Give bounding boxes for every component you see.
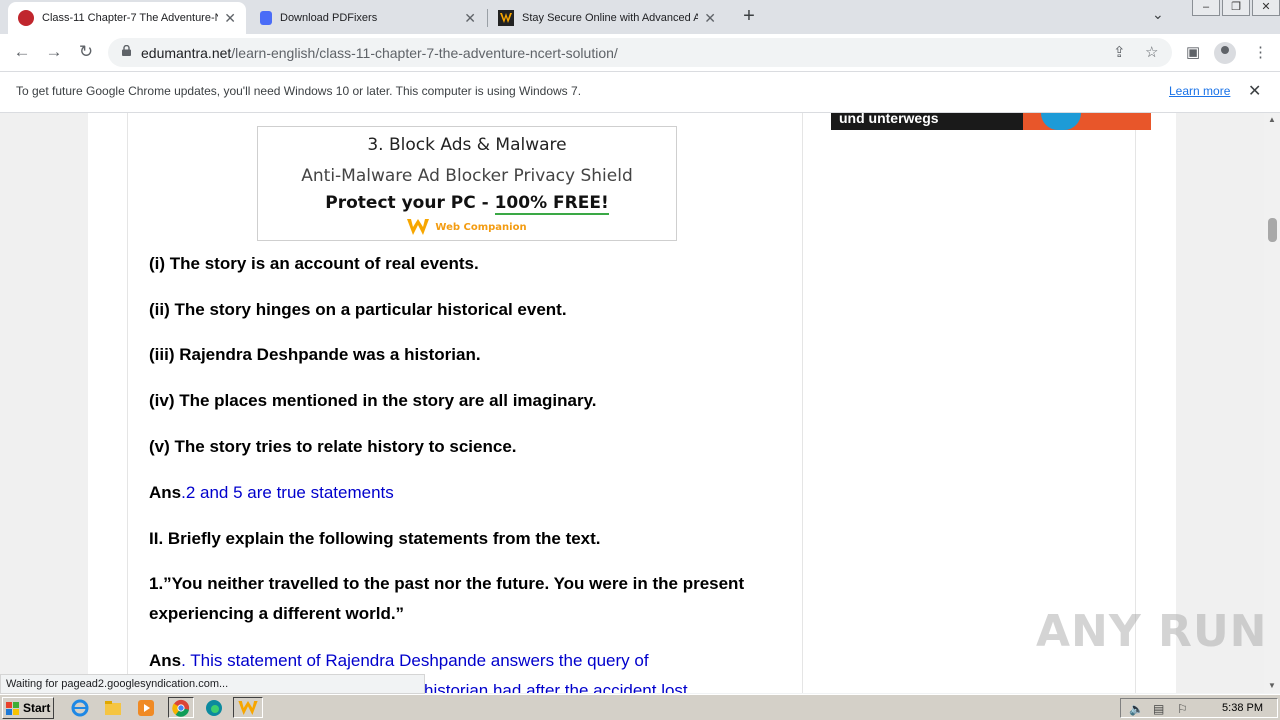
- internet-explorer-icon[interactable]: [70, 698, 90, 718]
- scroll-up-icon[interactable]: ▲: [1264, 113, 1280, 127]
- ad-line-3: Protect your PC - 100% FREE!: [258, 193, 676, 215]
- tab-title: Stay Secure Online with Advanced A: [522, 12, 699, 24]
- edge-icon[interactable]: [204, 698, 224, 718]
- infobar-message: To get future Google Chrome updates, you…: [16, 84, 582, 98]
- ad-brand-text: Web Companion: [435, 222, 527, 233]
- ad-free-text: 100% FREE!: [494, 193, 609, 215]
- question-1: 1.”You neither travelled to the past nor…: [149, 574, 745, 623]
- tab-search-chevron-icon[interactable]: ⌄: [1152, 6, 1164, 23]
- ad-line-2: Anti-Malware Ad Blocker Privacy Shield: [301, 166, 633, 186]
- status-bubble: Waiting for pagead2.googlesyndication.co…: [0, 674, 425, 694]
- media-player-icon[interactable]: [136, 698, 156, 718]
- window-controls: – ❐ ✕: [1190, 0, 1280, 20]
- side-panel-icon[interactable]: ▣: [1186, 43, 1200, 61]
- infobar-close-icon[interactable]: ✕: [1248, 81, 1261, 101]
- new-tab-button[interactable]: +: [738, 5, 760, 28]
- system-tray: 🔈 ▤ ⚐ 5:38 PM: [1120, 698, 1278, 718]
- answer-2-line-2: historian had after the accident lost: [424, 681, 688, 693]
- start-label: Start: [23, 701, 51, 715]
- url-text[interactable]: edumantra.net/learn-english/class-11-cha…: [141, 45, 618, 61]
- statement-2: (ii) The story hinges on a particular hi…: [149, 300, 567, 319]
- windows-flag-icon: [6, 702, 19, 715]
- statement-4: (iv) The places mentioned in the story a…: [149, 391, 597, 410]
- share-icon[interactable]: ⇪: [1113, 43, 1126, 61]
- window-close-icon[interactable]: ✕: [1252, 0, 1280, 16]
- file-explorer-icon[interactable]: [103, 698, 123, 718]
- start-button[interactable]: Start: [2, 697, 54, 719]
- webcompanion-icon: [498, 10, 514, 26]
- ad-line-1: 3. Block Ads & Malware: [367, 135, 567, 155]
- chrome-taskbar-button[interactable]: [168, 697, 194, 718]
- tab-edumantra[interactable]: Class-11 Chapter-7 The Adventure-N ✕: [8, 2, 246, 34]
- profile-avatar-icon[interactable]: [1214, 42, 1236, 64]
- statement-3: (iii) Rajendra Deshpande was a historian…: [149, 345, 481, 364]
- section-heading: II. Briefly explain the following statem…: [149, 529, 601, 548]
- scrollbar-thumb[interactable]: [1268, 218, 1277, 242]
- url-host: edumantra.net: [141, 45, 232, 61]
- scroll-down-icon[interactable]: ▼: [1264, 679, 1280, 693]
- lock-icon: [122, 45, 131, 56]
- webcompanion-taskbar-icon: [238, 701, 258, 715]
- answer-text: .2 and 5 are true statements: [181, 483, 394, 502]
- answer-2: Ans. This statement of Rajendra Deshpand…: [149, 651, 649, 671]
- taskbar: Start 🔈 ▤ ⚐ 5:38 PM: [0, 694, 1280, 720]
- pdfixers-icon: [260, 11, 272, 25]
- web-companion-logo-icon: [407, 219, 430, 235]
- more-menu-icon[interactable]: ⋮: [1253, 43, 1268, 61]
- answer-text: . This statement of Rajendra Deshpande a…: [181, 651, 649, 670]
- sidebar-ad-text: und unterwegs: [839, 113, 939, 126]
- address-bar[interactable]: edumantra.net/learn-english/class-11-cha…: [108, 38, 1172, 67]
- edumantra-icon: [18, 10, 34, 26]
- tab-title: Download PDFixers: [280, 12, 378, 24]
- close-tab-icon[interactable]: ✕: [224, 10, 236, 27]
- volume-icon[interactable]: 🔈: [1129, 702, 1144, 716]
- minimize-icon[interactable]: –: [1192, 0, 1220, 16]
- restore-icon[interactable]: ❐: [1222, 0, 1250, 16]
- web-companion-ad[interactable]: 3. Block Ads & Malware Anti-Malware Ad B…: [257, 126, 677, 241]
- webcompanion-taskbar-button[interactable]: [233, 697, 263, 718]
- ad-brand: Web Companion: [258, 219, 676, 235]
- bookmark-star-icon[interactable]: ☆: [1145, 43, 1158, 61]
- anyrun-watermark: ANY RUN: [1036, 606, 1268, 657]
- tab-webcompanion[interactable]: Stay Secure Online with Advanced A ✕: [488, 2, 726, 34]
- tab-pdfixers[interactable]: Download PDFixers ✕: [250, 2, 486, 34]
- answer-1: Ans.2 and 5 are true statements: [149, 483, 394, 503]
- taskbar-clock[interactable]: 5:38 PM: [1222, 702, 1263, 714]
- page-scrollbar[interactable]: ▲ ▼: [1264, 113, 1280, 693]
- forward-arrow-icon[interactable]: →: [44, 42, 64, 62]
- sidebar-ad-banner[interactable]: und unterwegs: [831, 113, 1151, 130]
- url-path: /learn-english/class-11-chapter-7-the-ad…: [231, 45, 618, 61]
- network-icon[interactable]: ▤: [1153, 702, 1164, 716]
- chrome-icon: [172, 699, 190, 717]
- tab-title: Class-11 Chapter-7 The Adventure-N: [42, 12, 219, 24]
- learn-more-link[interactable]: Learn more: [1169, 84, 1230, 98]
- browser-toolbar: ← → ↻ edumantra.net/learn-english/class-…: [0, 34, 1280, 72]
- statement-1: (i) The story is an account of real even…: [149, 254, 479, 273]
- reload-icon[interactable]: ↻: [76, 42, 96, 62]
- answer-label: Ans: [149, 651, 182, 670]
- close-tab-icon[interactable]: ✕: [464, 10, 476, 27]
- back-arrow-icon[interactable]: ←: [12, 42, 32, 62]
- action-center-flag-icon[interactable]: ⚐: [1177, 702, 1188, 716]
- article-body: 3. Block Ads & Malware Anti-Malware Ad B…: [127, 113, 803, 693]
- tab-strip: Class-11 Chapter-7 The Adventure-N ✕ Dow…: [0, 0, 1280, 34]
- ad-line-3-text: Protect your PC -: [325, 193, 495, 213]
- close-tab-icon[interactable]: ✕: [704, 10, 716, 27]
- answer-label: Ans: [149, 483, 182, 502]
- statement-5: (v) The story tries to relate history to…: [149, 437, 517, 456]
- update-infobar: To get future Google Chrome updates, you…: [0, 72, 1280, 113]
- answer-text-continued: historian had after the accident lost: [424, 681, 688, 693]
